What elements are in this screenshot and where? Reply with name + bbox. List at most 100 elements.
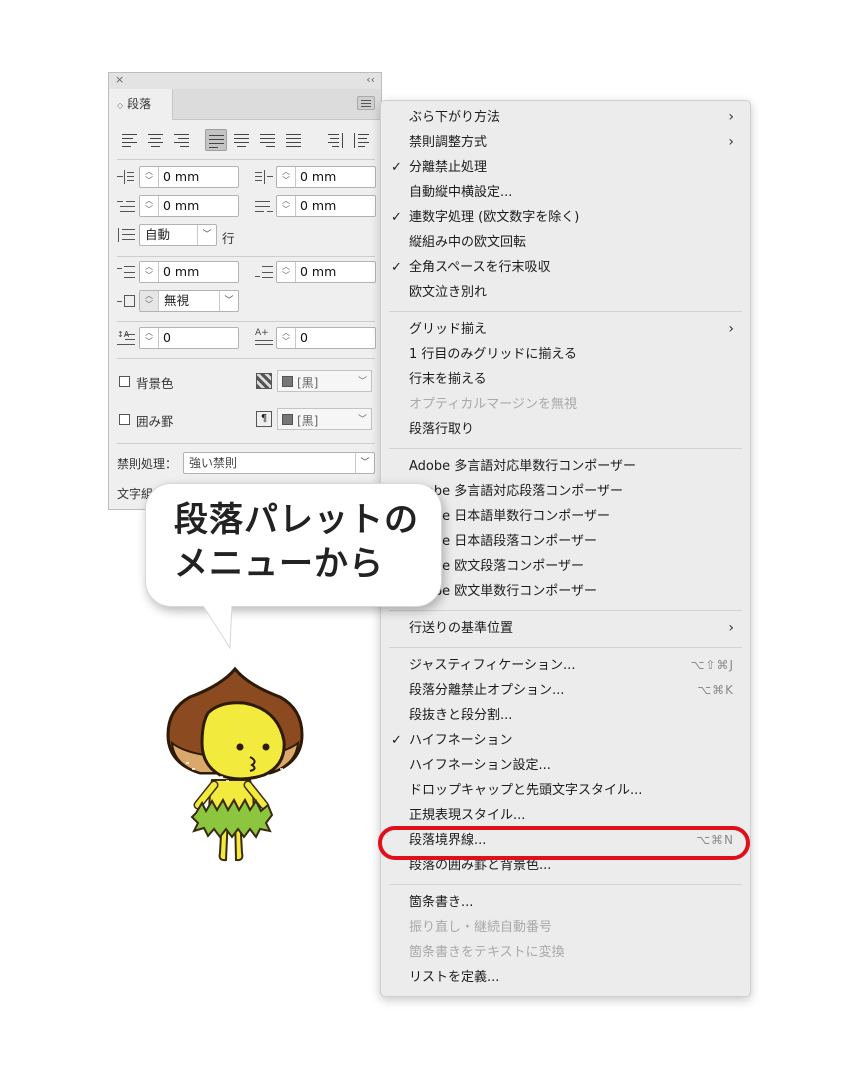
menu-item-label: Adobe 多言語対応段落コンポーザー — [409, 484, 623, 499]
kinsoku-dropdown[interactable]: 強い禁則 ﹀ — [183, 452, 375, 474]
tab-paragraph[interactable]: ◇ 段落 — [109, 89, 173, 120]
menu-item-label: 段落行取り — [409, 422, 475, 437]
menu-item[interactable]: グリッド揃え › — [381, 317, 750, 342]
menu-item-label: 1 行目のみグリッドに揃える — [409, 347, 578, 362]
stepper-icon[interactable]: ︿ ﹀ — [140, 196, 159, 216]
border-checkbox[interactable] — [119, 414, 130, 425]
menu-item[interactable]: 段落分離禁止オプション... ⌥⌘K — [381, 678, 750, 703]
align-center-icon[interactable] — [145, 129, 167, 151]
stepper-icon[interactable]: ︿ ﹀ — [140, 291, 159, 311]
menu-item[interactable]: 正規表現スタイル... — [381, 803, 750, 828]
bg-color-dropdown[interactable]: [黒] ﹀ — [277, 370, 372, 392]
bg-color-checkbox[interactable] — [119, 376, 130, 387]
menu-item-label: リストを定義... — [409, 970, 500, 985]
collapse-panel-icon[interactable]: ‹‹ — [366, 73, 375, 86]
chevron-right-icon: › — [728, 134, 734, 150]
panel-divider — [117, 159, 375, 160]
menu-item-label: 箇条書き... — [409, 895, 474, 910]
right-eye — [262, 743, 270, 751]
menu-item[interactable]: 自動縦中横設定... — [381, 180, 750, 205]
drop-cap-lines-icon: ↕A — [117, 330, 135, 346]
speech-bubble-tail — [201, 600, 235, 650]
paragraph-panel: × ‹‹ ◇ 段落 ︿ ﹀ 0 mm ︿ ﹀ 0 mm ︿ ﹀ 0 mm ︿ ﹀… — [108, 72, 382, 510]
align-left-icon[interactable] — [119, 129, 141, 151]
drop-cap-lines-field[interactable]: ︿ ﹀ 0 — [139, 327, 239, 349]
last-line-indent-icon — [255, 198, 273, 214]
menu-item[interactable]: ハイフネーション設定... — [381, 753, 750, 778]
menu-item-label: 行末を揃える — [409, 372, 487, 387]
stepper-icon[interactable]: ︿ ﹀ — [277, 328, 296, 348]
first-line-indent-value: 0 mm — [163, 198, 200, 213]
last-line-indent-value: 0 mm — [300, 198, 337, 213]
stepper-icon[interactable]: ︿ ﹀ — [277, 262, 296, 282]
stepper-icon[interactable]: ︿ ﹀ — [140, 262, 159, 282]
menu-item[interactable]: 1 行目のみグリッドに揃える — [381, 342, 750, 367]
space-before-field[interactable]: ︿ ﹀ 0 mm — [139, 261, 239, 283]
left-indent-value: 0 mm — [163, 169, 200, 184]
menu-item: 箇条書きをテキストに変換 — [381, 940, 750, 965]
chevron-right-icon: › — [728, 321, 734, 337]
menu-item[interactable]: 縦組み中の欧文回転 — [381, 230, 750, 255]
first-line-indent-field[interactable]: ︿ ﹀ 0 mm — [139, 195, 239, 217]
align-away-from-spine-icon[interactable] — [351, 129, 373, 151]
menu-item-label: 分離禁止処理 — [409, 160, 488, 175]
menu-item[interactable]: 段落行取り — [381, 417, 750, 442]
chestnut-mascot — [166, 666, 304, 862]
left-indent-field[interactable]: ︿ ﹀ 0 mm — [139, 166, 239, 188]
left-eye — [236, 743, 244, 751]
panel-tab-row: ◇ 段落 — [109, 89, 381, 120]
align-toward-spine-icon[interactable] — [325, 129, 347, 151]
justify-center-icon[interactable] — [231, 129, 253, 151]
shortcut-label: ⌥⌘K — [697, 683, 734, 697]
menu-item[interactable]: Adobe 多言語対応単数行コンポーザー — [381, 454, 750, 479]
menu-item[interactable]: リストを定義... — [381, 965, 750, 990]
checkmark-icon: ✓ — [391, 160, 402, 175]
menu-separator — [389, 884, 742, 885]
autoleading-dropdown[interactable]: 自動 ﹀ — [139, 224, 217, 246]
menu-item[interactable]: ドロップキャップと先頭文字スタイル... — [381, 778, 750, 803]
color-swatch-grid-icon[interactable] — [256, 373, 272, 389]
left-indent-icon — [117, 169, 135, 185]
menu-item[interactable]: 行送りの基準位置 › — [381, 616, 750, 641]
menu-item[interactable]: 箇条書き... — [381, 890, 750, 915]
pilcrow-icon[interactable]: ¶ — [256, 411, 272, 427]
menu-item[interactable]: 欧文泣き別れ — [381, 280, 750, 305]
space-after-field[interactable]: ︿ ﹀ 0 mm — [276, 261, 376, 283]
drop-cap-chars-field[interactable]: ︿ ﹀ 0 — [276, 327, 376, 349]
stepper-icon[interactable]: ︿ ﹀ — [140, 167, 159, 187]
menu-item[interactable]: ✓ ハイフネーション — [381, 728, 750, 753]
menu-item-label: 箇条書きをテキストに変換 — [409, 945, 565, 960]
menu-item[interactable]: ジャスティフィケーション... ⌥⇧⌘J — [381, 653, 750, 678]
menu-item[interactable]: ✓ 連数字処理 (欧文数字を除く) — [381, 205, 750, 230]
menu-item[interactable]: 禁則調整方式 › — [381, 130, 750, 155]
drop-cap-chars-icon: A+ — [255, 328, 273, 346]
justify-left-icon[interactable] — [205, 129, 227, 151]
space-before-icon — [117, 264, 135, 280]
last-line-indent-field[interactable]: ︿ ﹀ 0 mm — [276, 195, 376, 217]
grid-align-dropdown[interactable]: ︿ ﹀ 無視 ﹀ — [139, 290, 239, 312]
panel-menu-button[interactable] — [357, 96, 375, 110]
chevron-down-icon: ﹀ — [355, 453, 374, 473]
stepper-icon[interactable]: ︿ ﹀ — [277, 196, 296, 216]
color-swatch — [282, 414, 293, 425]
menu-item[interactable]: ✓ 分離禁止処理 — [381, 155, 750, 180]
border-color-dropdown[interactable]: [黒] ﹀ — [277, 408, 372, 430]
speech-bubble: 段落パレットの メニューから — [145, 483, 442, 607]
menu-item-label: 正規表現スタイル... — [409, 808, 526, 823]
chevron-down-icon: ﹀ — [357, 377, 367, 387]
menu-item-label: ハイフネーション — [409, 733, 513, 748]
right-indent-field[interactable]: ︿ ﹀ 0 mm — [276, 166, 376, 188]
space-after-icon — [255, 264, 273, 280]
menu-separator — [389, 448, 742, 449]
justify-all-icon[interactable] — [283, 129, 305, 151]
menu-item[interactable]: 行末を揃える — [381, 367, 750, 392]
menu-item[interactable]: 段抜きと段分割... — [381, 703, 750, 728]
menu-item[interactable]: ✓ 全角スペースを行末吸収 — [381, 255, 750, 280]
grid-align-value: 無視 — [164, 293, 190, 308]
stepper-icon[interactable]: ︿ ﹀ — [140, 328, 159, 348]
close-panel-icon[interactable]: × — [115, 73, 124, 86]
align-right-icon[interactable] — [171, 129, 193, 151]
menu-item[interactable]: ぶら下がり方法 › — [381, 105, 750, 130]
justify-right-icon[interactable] — [257, 129, 279, 151]
stepper-icon[interactable]: ︿ ﹀ — [277, 167, 296, 187]
